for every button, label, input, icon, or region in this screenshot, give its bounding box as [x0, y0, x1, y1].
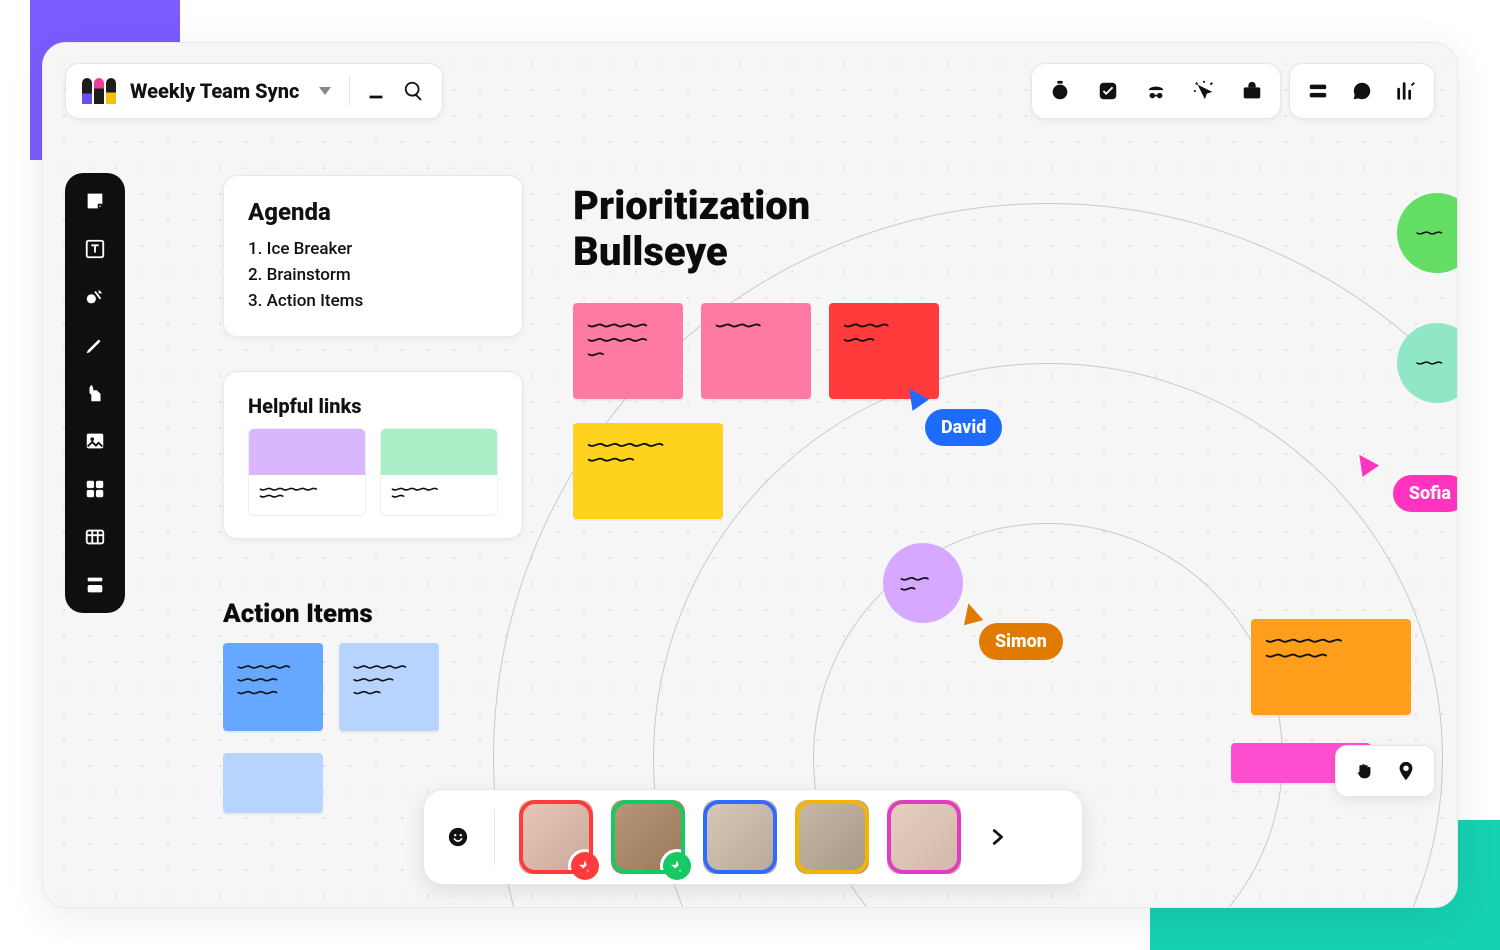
pen-icon[interactable]	[81, 331, 109, 359]
link-thumbnail[interactable]	[380, 428, 498, 516]
cursor-tag: Sofia	[1393, 475, 1458, 512]
chevron-down-icon[interactable]	[319, 87, 331, 95]
incognito-icon[interactable]	[1144, 79, 1168, 103]
thumbnail-swatch	[381, 429, 497, 475]
shapes-icon[interactable]	[81, 283, 109, 311]
avatar-image	[795, 800, 869, 874]
agenda-item: Ice Breaker	[248, 236, 498, 262]
sticky-note-pink[interactable]	[573, 303, 683, 399]
links-heading: Helpful links	[248, 394, 498, 418]
action-items-title: Action Items	[223, 599, 373, 629]
comment-icon[interactable]	[1350, 79, 1374, 103]
llama-icon[interactable]	[81, 379, 109, 407]
bullseye-dot-lilac[interactable]	[883, 543, 963, 623]
next-participants-button[interactable]	[979, 819, 1015, 855]
participant-avatar[interactable]: ★	[611, 800, 685, 874]
top-toolbar-a	[1031, 63, 1281, 119]
participant-avatar[interactable]	[703, 800, 777, 874]
view-controls-panel	[1335, 745, 1435, 797]
chart-icon[interactable]	[1394, 79, 1418, 103]
participant-avatar[interactable]	[795, 800, 869, 874]
avatar-image	[887, 800, 961, 874]
board-title[interactable]: Weekly Team Sync	[130, 79, 299, 103]
separator	[349, 77, 350, 105]
cursor-click-icon[interactable]	[1192, 79, 1216, 103]
sticky-note-orange[interactable]	[1251, 619, 1411, 715]
dock-icon[interactable]	[81, 571, 109, 599]
cursor-tag: Simon	[979, 623, 1063, 660]
sticky-note-icon[interactable]	[81, 187, 109, 215]
table-icon[interactable]	[81, 523, 109, 551]
sticky-note-pink[interactable]	[701, 303, 811, 399]
avatar-image	[611, 800, 685, 874]
image-icon[interactable]	[81, 427, 109, 455]
participants-bar: ★ ★	[423, 789, 1083, 885]
sticky-note-red[interactable]	[829, 303, 939, 399]
thumbnail-caption	[249, 475, 365, 515]
list-icon[interactable]	[1306, 79, 1330, 103]
reactions-icon[interactable]	[446, 825, 470, 849]
board-title-bar: Weekly Team Sync	[65, 63, 443, 119]
host-badge-icon: ★	[571, 852, 599, 880]
agenda-heading: Agenda	[248, 198, 498, 226]
agenda-item: Action Items	[248, 288, 498, 314]
links-card[interactable]: Helpful links	[223, 371, 523, 539]
apps-icon[interactable]	[81, 475, 109, 503]
cohost-badge-icon: ★	[663, 852, 691, 880]
link-thumbnail[interactable]	[248, 428, 366, 516]
participant-avatar[interactable]	[887, 800, 961, 874]
app-logo-icon	[82, 74, 116, 108]
thumbnail-caption	[381, 475, 497, 515]
location-pin-icon[interactable]	[1394, 759, 1418, 783]
text-frame-icon[interactable]	[81, 235, 109, 263]
sticky-note-lightblue[interactable]	[339, 643, 439, 731]
search-icon[interactable]	[402, 79, 426, 103]
avatar-image	[703, 800, 777, 874]
timer-icon[interactable]	[1048, 79, 1072, 103]
thumbnail-swatch	[249, 429, 365, 475]
agenda-item: Brainstorm	[248, 262, 498, 288]
participant-avatar[interactable]: ★	[519, 800, 593, 874]
cursor-tag: David	[925, 409, 1002, 446]
sticky-note-yellow[interactable]	[573, 423, 723, 519]
tool-dock	[65, 173, 125, 613]
checkbox-icon[interactable]	[1096, 79, 1120, 103]
sticky-note-lightblue[interactable]	[223, 753, 323, 813]
toolbox-icon[interactable]	[1240, 79, 1264, 103]
avatar-image	[519, 800, 593, 874]
app-window: Weekly Team Sync Agenda	[42, 42, 1458, 908]
agenda-card[interactable]: Agenda Ice Breaker Brainstorm Action Ite…	[223, 175, 523, 337]
download-icon[interactable]	[364, 79, 388, 103]
separator	[494, 809, 495, 865]
hand-icon[interactable]	[1352, 759, 1376, 783]
sticky-note-blue[interactable]	[223, 643, 323, 731]
top-toolbar-b	[1289, 63, 1435, 119]
agenda-list: Ice Breaker Brainstorm Action Items	[248, 236, 498, 314]
